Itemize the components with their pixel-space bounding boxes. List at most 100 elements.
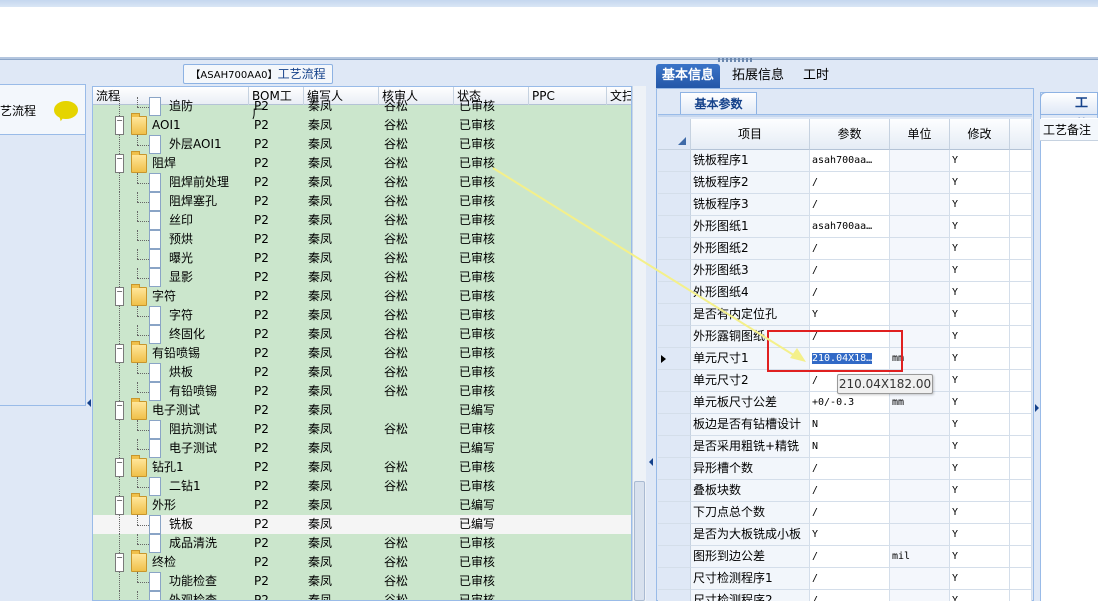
collapse-toggle-icon[interactable]: − [115,553,124,572]
table-row[interactable]: 曝光 P2 秦凤 谷松 已审核 [93,249,631,268]
cell-modify[interactable]: Y [950,392,1010,414]
row-header[interactable] [658,436,691,458]
row-header[interactable] [658,392,691,414]
cell-param[interactable]: / [810,458,890,480]
cell-modify[interactable]: Y [950,480,1010,502]
table-row[interactable]: 成品清洗 P2 秦凤 谷松 已审核 [93,534,631,553]
cell-modify[interactable]: Y [950,436,1010,458]
table-row[interactable]: 终固化 P2 秦凤 谷松 已审核 [93,325,631,344]
cell-param[interactable]: / [810,568,890,590]
param-row[interactable]: 尺寸检测程序1/ Y [658,568,1032,590]
cell-modify[interactable]: Y [950,150,1010,172]
cell-param[interactable]: asah700aa… [810,216,890,238]
param-row[interactable]: 是否采用粗铣+精铣 N Y [658,436,1032,458]
cell-param[interactable]: Y [810,304,890,326]
param-value[interactable]: N [812,441,818,452]
table-row[interactable]: 追防 P2 秦凤 谷松 已审核 [93,97,631,116]
table-row[interactable]: − 有铅喷锡 P2 秦凤 谷松 已审核 [93,341,631,363]
row-header[interactable] [658,216,691,238]
table-row[interactable]: − AOI1 P2 秦凤 谷松 已审核 [93,113,631,135]
cell-modify[interactable]: Y [950,524,1010,546]
param-row[interactable]: 叠板块数 / Y [658,480,1032,502]
row-header[interactable] [658,370,691,392]
cell-param[interactable]: / [810,502,890,524]
cell-param[interactable]: / [810,546,890,568]
param-value[interactable]: / [812,507,818,518]
table-row[interactable]: 阻抗测试 P2 秦凤 谷松 已审核 [93,420,631,439]
row-header[interactable] [658,458,691,480]
table-row[interactable]: − 钻孔1 P2 秦凤 谷松 已审核 [93,455,631,477]
param-row[interactable]: 板边是否有钻槽设计 N Y [658,414,1032,436]
row-header[interactable] [658,282,691,304]
table-row[interactable]: 外层AOI1 P2 秦凤 谷松 已审核 [93,135,631,154]
param-value[interactable]: / [812,573,818,584]
process-flow-tab[interactable]: 【ASAH700AA0】工艺流程 [183,64,333,84]
left-nav-item[interactable]: 艺流程 [0,85,85,135]
table-row[interactable]: 预烘 P2 秦凤 谷松 已审核 [93,230,631,249]
row-header[interactable] [658,502,691,524]
grid-scroll-thumb[interactable] [634,481,645,601]
row-header[interactable] [658,348,691,370]
cell-modify[interactable]: Y [950,216,1010,238]
table-row[interactable]: 有铅喷锡 P2 秦凤 谷松 已审核 [93,382,631,401]
cell-modify[interactable]: Y [950,546,1010,568]
cell-modify[interactable]: Y [950,348,1010,370]
table-row[interactable]: − 阻焊 P2 秦凤 谷松 已审核 [93,151,631,173]
cell-modify[interactable]: Y [950,172,1010,194]
param-row[interactable]: 外形图纸1 asah700aa… Y [658,216,1032,238]
param-row[interactable]: 下刀点总个数 / Y [658,502,1032,524]
collapse-toggle-icon[interactable]: − [115,344,124,363]
param-value[interactable]: / [812,551,818,562]
expand-right-icon[interactable] [1035,404,1039,412]
cell-param[interactable]: N [810,436,890,458]
param-value[interactable]: / [812,199,818,210]
param-row[interactable]: 外形图纸4/ Y [658,282,1032,304]
param-value[interactable]: asah700aa… [812,221,872,232]
param-value[interactable]: asah700aa… [812,155,872,166]
param-row[interactable]: 外形图纸2/ Y [658,238,1032,260]
param-row[interactable]: 是否为大板铣成小板 Y Y [658,524,1032,546]
param-value[interactable]: N [812,419,818,430]
cell-modify[interactable]: Y [950,568,1010,590]
row-header[interactable] [658,524,691,546]
param-value[interactable]: / [812,177,818,188]
cell-param[interactable]: / [810,590,890,601]
row-header[interactable] [658,326,691,348]
cell-modify[interactable]: Y [950,282,1010,304]
cell-param[interactable]: N [810,414,890,436]
param-row[interactable]: 铣板程序3/ Y [658,194,1032,216]
table-row[interactable]: − 电子测试 P2 秦凤 已编写 [93,398,631,420]
grid-scrollbar[interactable] [632,86,646,601]
cell-param[interactable]: Y [810,524,890,546]
param-row[interactable]: 是否有内定位孔 Y Y [658,304,1032,326]
table-row[interactable]: − 终检 P2 秦凤 谷松 已审核 [93,550,631,572]
cell-modify[interactable]: Y [950,502,1010,524]
row-header[interactable] [658,150,691,172]
cell-modify[interactable]: Y [950,590,1010,601]
param-value[interactable]: / [812,375,818,386]
collapse-middle-icon[interactable] [649,458,653,466]
cell-param[interactable]: / [810,194,890,216]
table-row[interactable]: 阻焊前处理 P2 秦凤 谷松 已审核 [93,173,631,192]
cell-param[interactable]: +0/-0.3 [810,392,890,414]
cell-param[interactable]: / [810,172,890,194]
row-header[interactable] [658,304,691,326]
row-header[interactable] [658,590,691,601]
row-header[interactable] [658,568,691,590]
param-value[interactable]: Y [812,309,818,320]
param-value[interactable]: / [812,287,818,298]
table-row[interactable]: 阻焊塞孔 P2 秦凤 谷松 已审核 [93,192,631,211]
table-row[interactable]: 铣板 P2 秦凤 已编写 [93,515,631,534]
table-row[interactable]: 功能检查 P2 秦凤 谷松 已审核 [93,572,631,591]
collapse-left-icon[interactable] [87,399,91,407]
param-value[interactable]: / [812,463,818,474]
table-row[interactable]: 丝印 P2 秦凤 谷松 已审核 [93,211,631,230]
param-row[interactable]: 铣板程序2/ Y [658,172,1032,194]
col-header-modify[interactable]: 修改 [950,119,1010,150]
cell-param[interactable]: / [810,480,890,502]
collapse-toggle-icon[interactable]: − [115,287,124,306]
table-row[interactable]: 烘板 P2 秦凤 谷松 已审核 [93,363,631,382]
select-all-corner[interactable] [658,119,691,150]
row-header[interactable] [658,414,691,436]
col-header-item[interactable]: 项目 [691,119,810,150]
